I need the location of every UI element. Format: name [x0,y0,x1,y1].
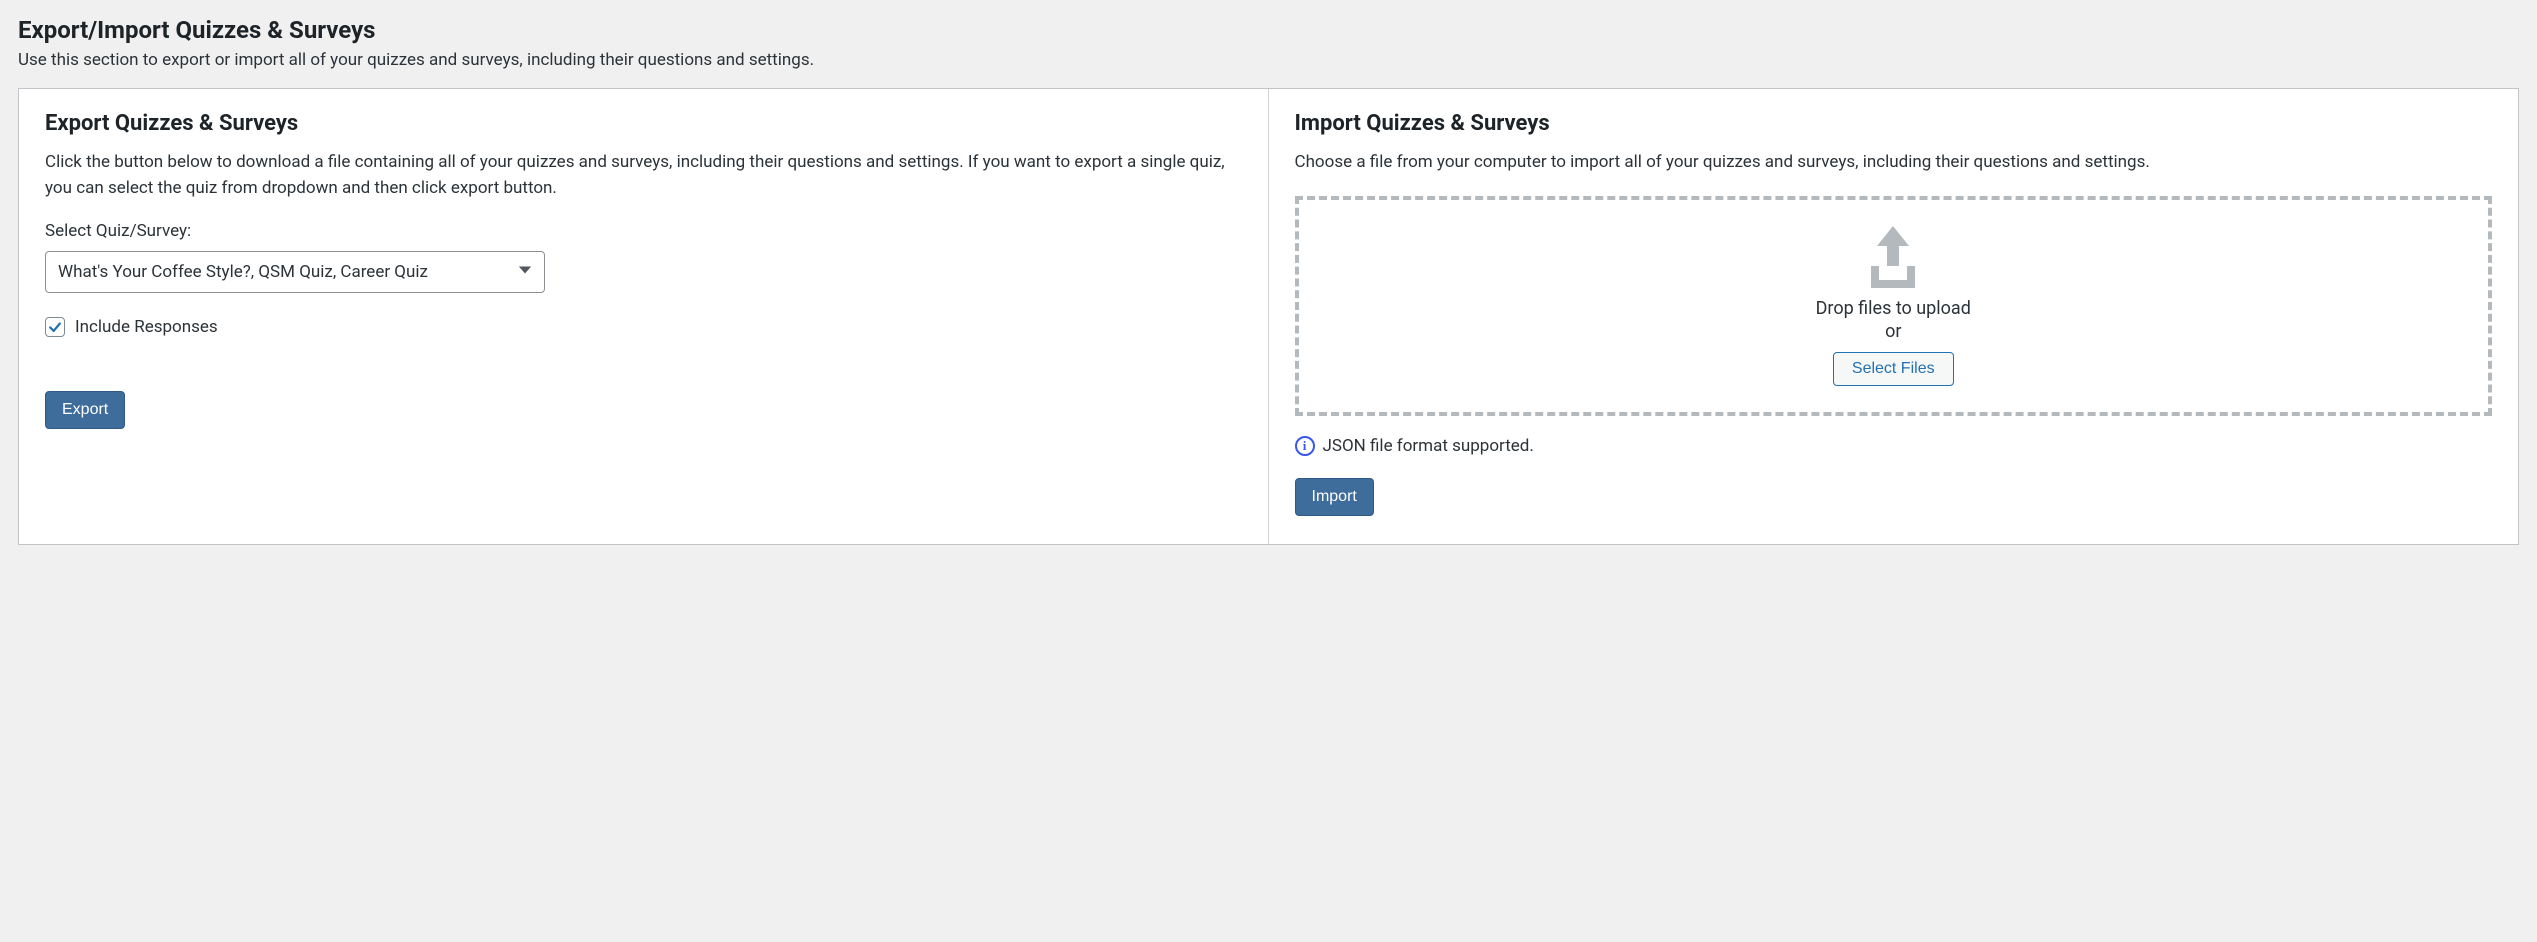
quiz-select-value: What's Your Coffee Style?, QSM Quiz, Car… [58,262,428,282]
file-format-info: i JSON file format supported. [1295,436,2493,456]
include-responses-row: Include Responses [45,317,1242,337]
file-dropzone[interactable]: Drop files to upload or Select Files [1295,196,2493,416]
select-files-button[interactable]: Select Files [1833,352,1954,386]
include-responses-checkbox[interactable] [45,317,65,337]
import-title: Import Quizzes & Surveys [1295,111,2493,136]
drop-files-text: Drop files to upload [1319,298,2469,319]
import-description: Choose a file from your computer to impo… [1295,150,2493,176]
page-description: Use this section to export or import all… [18,50,2519,70]
select-quiz-label: Select Quiz/Survey: [45,221,1242,241]
include-responses-label: Include Responses [75,317,218,337]
page-title: Export/Import Quizzes & Surveys [18,16,2519,44]
file-format-text: JSON file format supported. [1323,436,1534,456]
caret-down-icon [518,262,532,282]
export-description: Click the button below to download a fil… [45,150,1242,201]
import-button[interactable]: Import [1295,478,1374,516]
export-import-panel: Export Quizzes & Surveys Click the butto… [18,88,2519,545]
export-title: Export Quizzes & Surveys [45,111,1242,136]
info-icon: i [1295,436,1315,456]
drop-or-text: or [1319,321,2469,342]
import-column: Import Quizzes & Surveys Choose a file f… [1269,89,2519,544]
upload-icon [1865,226,1921,288]
quiz-select-dropdown[interactable]: What's Your Coffee Style?, QSM Quiz, Car… [45,251,545,293]
export-button[interactable]: Export [45,391,125,429]
export-column: Export Quizzes & Surveys Click the butto… [19,89,1269,544]
